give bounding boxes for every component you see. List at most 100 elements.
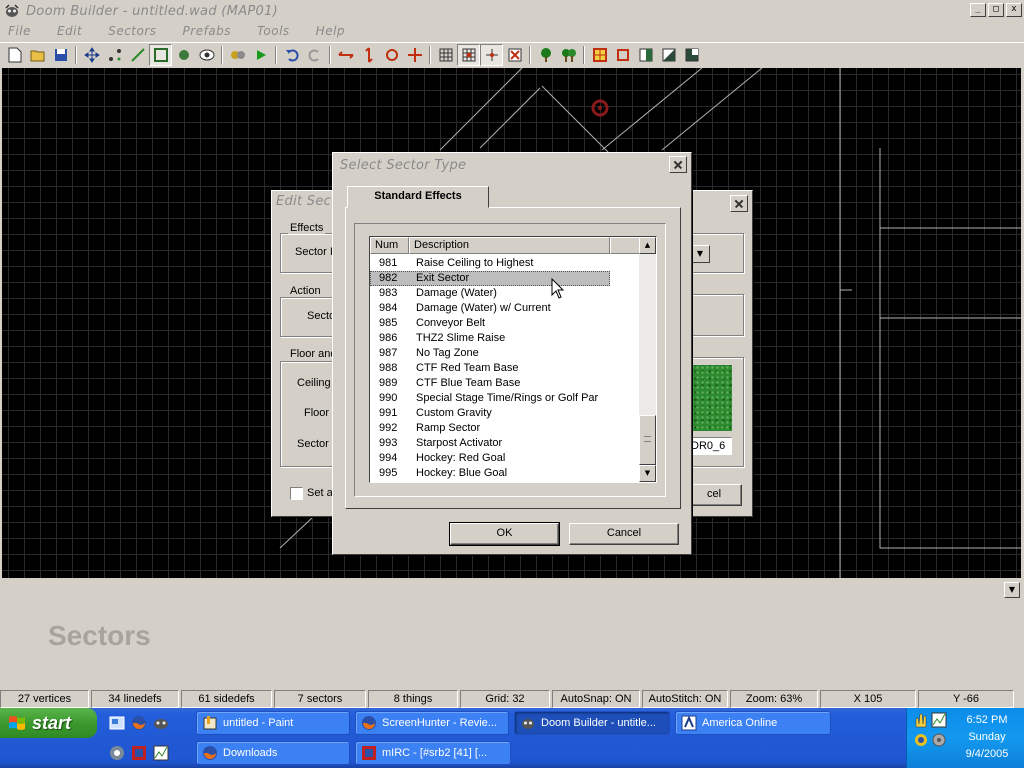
texture-icon[interactable] (680, 44, 703, 66)
undo-icon[interactable] (280, 44, 303, 66)
open-folder-icon[interactable] (26, 44, 49, 66)
task-screenhunter[interactable]: ScreenHunter - Revie... (355, 711, 509, 735)
menu-prefabs[interactable]: Prefabs (183, 24, 232, 38)
sector-fx-icon[interactable] (226, 44, 249, 66)
panel-dropdown-button[interactable]: ▼ (1004, 582, 1020, 598)
redo-icon[interactable] (303, 44, 326, 66)
task-paint[interactable]: untitled - Paint (196, 711, 350, 735)
show-desktop-icon[interactable] (108, 714, 126, 732)
aol-icon (681, 715, 697, 731)
play-icon[interactable] (249, 44, 272, 66)
ceiling-flat-preview[interactable] (690, 365, 732, 431)
maximize-button[interactable]: □ (988, 3, 1004, 17)
clock[interactable]: 6:52 PM Sunday 9/4/2005 (951, 712, 1023, 763)
save-icon[interactable] (49, 44, 72, 66)
list-item[interactable]: 984 Damage (Water) w/ Current (370, 301, 640, 316)
snap-grid-icon[interactable] (457, 44, 480, 66)
minimize-button[interactable]: _ (970, 3, 986, 17)
list-item[interactable]: 992 Ramp Sector (370, 421, 640, 436)
move-icon[interactable] (80, 44, 103, 66)
scroll-up-arrow-icon[interactable]: ▲ (639, 237, 656, 254)
list-item[interactable]: 983 Damage (Water) (370, 286, 640, 301)
scale-icon[interactable] (403, 44, 426, 66)
tab-standard-effects[interactable]: Standard Effects (347, 186, 489, 208)
mirc-icon[interactable] (130, 744, 148, 762)
close-icon[interactable] (730, 195, 748, 212)
close-button[interactable]: x (1006, 3, 1022, 17)
network-tray-icon[interactable] (913, 732, 929, 748)
3d-mode-icon[interactable] (195, 44, 218, 66)
menu-tools[interactable]: Tools (257, 24, 290, 38)
rotate-icon[interactable] (380, 44, 403, 66)
gradient-icon[interactable] (657, 44, 680, 66)
scroll-thumb[interactable] (639, 415, 656, 465)
new-file-icon[interactable] (3, 44, 26, 66)
task-doom-builder[interactable]: Doom Builder - untitle... (514, 711, 670, 735)
title-bar: Doom Builder - untitled.wad (MAP01) _ □ … (0, 0, 1024, 22)
task-mirc[interactable]: mIRC - [#srb2 [41] [... (355, 741, 511, 765)
flat-name-field[interactable]: DR0_6 (690, 437, 732, 455)
things-icon[interactable] (172, 44, 195, 66)
start-button[interactable]: start (0, 708, 97, 738)
firefox-icon[interactable] (130, 714, 148, 732)
hand-tray-icon[interactable] (913, 712, 929, 728)
menu-file[interactable]: File (8, 24, 31, 38)
grid-icon[interactable] (434, 44, 457, 66)
scroll-down-arrow-icon[interactable]: ▼ (639, 465, 656, 482)
list-item[interactable]: 989 CTF Blue Team Base (370, 376, 640, 391)
list-item[interactable]: 991 Custom Gravity (370, 406, 640, 421)
vertices-icon[interactable] (103, 44, 126, 66)
sector-type-number: 992 (379, 422, 398, 434)
monitor-icon[interactable] (152, 744, 170, 762)
cancel-button[interactable]: Cancel (569, 523, 679, 545)
toolbar-separator (529, 46, 531, 64)
flip-horizontal-icon[interactable] (334, 44, 357, 66)
ceiling-height-label: Ceiling (297, 377, 331, 389)
task-aol[interactable]: America Online (675, 711, 831, 735)
list-item[interactable]: 995 Hockey: Blue Goal (370, 466, 640, 481)
tree-icon[interactable] (534, 44, 557, 66)
forest-icon[interactable] (557, 44, 580, 66)
list-item[interactable]: 990 Special Stage Time/Rings or Golf Par (370, 391, 640, 406)
quick-launch-row2 (108, 744, 170, 762)
close-icon[interactable] (669, 156, 687, 173)
menu-edit[interactable]: Edit (57, 24, 82, 38)
set-checkbox[interactable] (290, 487, 303, 500)
column-header-description[interactable]: Description (409, 237, 610, 254)
sector-type-dropdown-button[interactable]: ▼ (690, 245, 710, 263)
list-scrollbar[interactable]: ▲ ▼ (639, 237, 656, 482)
list-item[interactable]: 994 Hockey: Red Goal (370, 451, 640, 466)
edit-sector-cancel-button[interactable]: cel (686, 484, 742, 506)
list-item[interactable]: 981 Raise Ceiling to Highest (370, 256, 640, 271)
lines-icon[interactable] (126, 44, 149, 66)
sector-type-description: Raise Ceiling to Highest (416, 257, 534, 269)
monitor-tray-icon[interactable] (931, 712, 947, 728)
volume-tray-icon[interactable] (931, 732, 947, 748)
brightness-icon[interactable] (588, 44, 611, 66)
list-item[interactable]: 988 CTF Red Team Base (370, 361, 640, 376)
doom-builder-quicklaunch-icon[interactable] (152, 714, 170, 732)
menu-help[interactable]: Help (316, 24, 345, 38)
sector-type-number: 988 (379, 362, 398, 374)
sectors-mode-icon[interactable] (149, 44, 172, 66)
list-item[interactable]: 993 Starpost Activator (370, 436, 640, 451)
delete-icon[interactable] (503, 44, 526, 66)
menu-sectors[interactable]: Sectors (108, 24, 156, 38)
sector-type-list[interactable]: Num Description 981 Raise Ceiling to High… (369, 236, 657, 483)
floor-ceiling-group-label: Floor and (288, 348, 339, 360)
list-item[interactable]: 985 Conveyor Belt (370, 316, 640, 331)
status-zoom: Zoom: 63% (730, 690, 818, 708)
task-downloads[interactable]: Downloads (196, 741, 350, 765)
list-item[interactable]: 987 No Tag Zone (370, 346, 640, 361)
stitch-icon[interactable] (480, 44, 503, 66)
sector-type-number: 986 (379, 332, 398, 344)
half-shade-icon[interactable] (634, 44, 657, 66)
ok-button[interactable]: OK (449, 522, 560, 546)
list-item[interactable]: 982 Exit Sector (370, 271, 610, 286)
list-item[interactable]: 986 THZ2 Slime Raise (370, 331, 640, 346)
outline-icon[interactable] (611, 44, 634, 66)
column-header-num[interactable]: Num (370, 237, 409, 254)
flip-vertical-icon[interactable] (357, 44, 380, 66)
list-rows: 981 Raise Ceiling to Highest 982 Exit Secto… (370, 256, 640, 481)
media-player-icon[interactable] (108, 744, 126, 762)
